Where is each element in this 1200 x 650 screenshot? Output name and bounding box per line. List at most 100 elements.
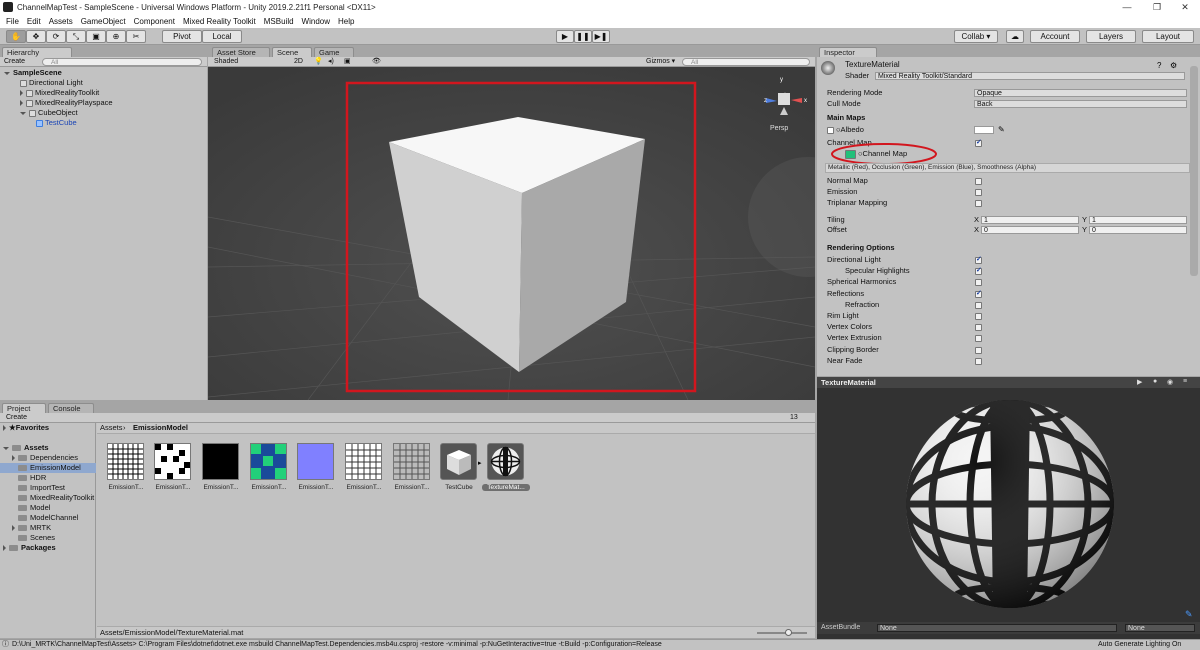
material-thumb[interactable] xyxy=(487,443,524,480)
rendering-option-checkbox[interactable] xyxy=(975,301,982,309)
tiling-y-input[interactable]: 1 xyxy=(1089,216,1187,224)
effects-icon[interactable]: ▣ xyxy=(344,58,351,66)
gizmos-dropdown[interactable]: Gizmos ▾ xyxy=(646,58,675,66)
collab-button[interactable]: Collab ▾ xyxy=(954,30,998,43)
tab-scene[interactable]: Scene xyxy=(272,47,312,57)
layout-dropdown[interactable]: Layout xyxy=(1142,30,1194,43)
hidden-objects-icon[interactable]: 👁 xyxy=(372,58,381,66)
menu-msbuild[interactable]: MSBuild xyxy=(264,17,294,26)
folder-item[interactable]: Scenes xyxy=(18,533,55,543)
list-item[interactable]: TestCube xyxy=(36,118,77,128)
channel-map-checkbox[interactable] xyxy=(975,138,982,147)
material-preview-sphere[interactable] xyxy=(905,399,1115,609)
eyedropper-icon[interactable]: ✎ xyxy=(998,125,1005,134)
shader-dropdown[interactable]: Mixed Reality Toolkit/Standard xyxy=(875,72,1185,80)
2d-toggle[interactable]: 2D xyxy=(294,58,303,66)
menu-assets[interactable]: Assets xyxy=(49,17,73,26)
menu-mrtk[interactable]: Mixed Reality Toolkit xyxy=(183,17,256,26)
rendering-mode-dropdown[interactable]: Opaque xyxy=(974,89,1187,97)
move-tool-icon[interactable]: ✥ xyxy=(26,30,46,43)
rendering-option-checkbox[interactable] xyxy=(975,324,982,332)
normal-map-checkbox[interactable] xyxy=(975,178,982,185)
rendering-option-checkbox[interactable] xyxy=(975,255,982,264)
expand-icon[interactable] xyxy=(4,71,10,75)
tab-project[interactable]: Project xyxy=(2,403,46,413)
hierarchy-create-button[interactable]: Create xyxy=(4,58,25,66)
folder-item[interactable]: MRTK xyxy=(12,523,51,533)
rendering-option-checkbox[interactable] xyxy=(975,357,982,365)
tab-game[interactable]: Game xyxy=(314,47,354,57)
scale-tool-icon[interactable]: ⤡ xyxy=(66,30,86,43)
preview-light-icon[interactable]: ● xyxy=(1153,378,1157,385)
scene-viewport[interactable]: z x y xyxy=(208,67,815,400)
rendering-option-checkbox[interactable] xyxy=(975,346,982,354)
scene-search-input[interactable]: All xyxy=(682,58,810,66)
emission-checkbox[interactable] xyxy=(975,189,982,196)
rendering-option-checkbox[interactable] xyxy=(975,335,982,343)
light-icon[interactable]: 💡 xyxy=(314,58,323,66)
custom-tool-icon[interactable]: ✂ xyxy=(126,30,146,43)
rendering-option-checkbox[interactable] xyxy=(975,266,982,276)
rect-tool-icon[interactable]: ▣ xyxy=(86,30,106,43)
breadcrumb-emissionmodel[interactable]: EmissionModel xyxy=(133,423,188,433)
cloud-icon[interactable]: ☁ xyxy=(1006,30,1024,43)
menu-gameobject[interactable]: GameObject xyxy=(81,17,126,26)
breadcrumb-assets[interactable]: Assets xyxy=(100,423,123,433)
status-message[interactable]: D:\Uni_MRTK\ChannelMapTest\Assets> C:\Pr… xyxy=(12,640,1062,650)
menu-file[interactable]: File xyxy=(6,17,19,26)
expand-icon[interactable] xyxy=(3,545,6,552)
play-button[interactable]: ▶ xyxy=(556,30,574,43)
collab-icon[interactable]: ✎ xyxy=(1185,609,1193,620)
cull-mode-dropdown[interactable]: Back xyxy=(974,100,1187,108)
tiling-x-input[interactable]: 1 xyxy=(981,216,1079,224)
prefab-expand-icon[interactable]: ▸ xyxy=(478,459,482,467)
list-item[interactable]: MixedRealityToolkit xyxy=(20,88,99,98)
rotate-tool-icon[interactable]: ⟳ xyxy=(46,30,66,43)
menu-help[interactable]: Help xyxy=(338,17,354,26)
texture-thumb-grey[interactable] xyxy=(393,443,430,480)
layers-dropdown[interactable]: Layers xyxy=(1086,30,1136,43)
local-toggle[interactable]: Local xyxy=(202,30,242,43)
close-icon[interactable]: ✕ xyxy=(1170,0,1200,14)
transform-tool-icon[interactable]: ⊕ xyxy=(106,30,126,43)
persp-label[interactable]: Persp xyxy=(770,125,788,132)
tab-hierarchy[interactable]: Hierarchy xyxy=(2,47,72,57)
texture-slot-icon[interactable] xyxy=(827,126,834,134)
pivot-toggle[interactable]: Pivot xyxy=(162,30,202,43)
shading-dropdown[interactable]: Shaded xyxy=(214,58,238,66)
texture-thumb-black[interactable] xyxy=(202,443,239,480)
assetbundle-dropdown[interactable]: None xyxy=(877,624,1117,632)
list-item[interactable]: Directional Light xyxy=(20,78,83,88)
preview-sphere-icon[interactable]: ◉ xyxy=(1167,378,1173,386)
texture-thumb-grid2[interactable] xyxy=(345,443,382,480)
expand-icon[interactable] xyxy=(3,446,9,450)
minimize-icon[interactable]: — xyxy=(1112,0,1142,14)
inspector-scrollbar[interactable] xyxy=(1190,66,1198,276)
favorites-item[interactable]: ★Favorites xyxy=(3,423,49,433)
albedo-color-field[interactable] xyxy=(974,126,994,134)
list-item[interactable]: MixedRealityPlayspace xyxy=(20,98,113,108)
rendering-option-checkbox[interactable] xyxy=(975,279,982,287)
preview-menu-icon[interactable]: ≡ xyxy=(1183,378,1187,385)
audio-icon[interactable]: ◂) xyxy=(328,58,334,66)
prefab-thumb-testcube[interactable] xyxy=(440,443,477,480)
folder-item[interactable]: MixedRealityToolkit xyxy=(18,493,96,503)
maximize-icon[interactable]: ❐ xyxy=(1142,0,1172,14)
help-icon[interactable]: ? xyxy=(1157,61,1161,70)
tab-inspector[interactable]: Inspector xyxy=(819,47,877,57)
texture-thumb-green[interactable] xyxy=(250,443,287,480)
pause-button[interactable]: ❚❚ xyxy=(574,30,592,43)
texture-thumb-normal[interactable] xyxy=(297,443,334,480)
folder-item[interactable]: ImportTest xyxy=(18,483,65,493)
offset-x-input[interactable]: 0 xyxy=(981,226,1079,234)
scene-root-item[interactable]: SampleScene xyxy=(4,68,62,78)
zoom-slider-handle[interactable] xyxy=(785,629,792,636)
folder-item[interactable]: Dependencies xyxy=(12,453,78,463)
triplanar-checkbox[interactable] xyxy=(975,200,982,207)
rendering-option-checkbox[interactable] xyxy=(975,289,982,298)
rendering-option-checkbox[interactable] xyxy=(975,313,982,320)
expand-icon[interactable] xyxy=(20,90,23,97)
zoom-slider[interactable] xyxy=(757,632,807,634)
folder-item[interactable]: EmissionModel xyxy=(0,463,96,473)
project-create-button[interactable]: Create xyxy=(6,414,27,422)
